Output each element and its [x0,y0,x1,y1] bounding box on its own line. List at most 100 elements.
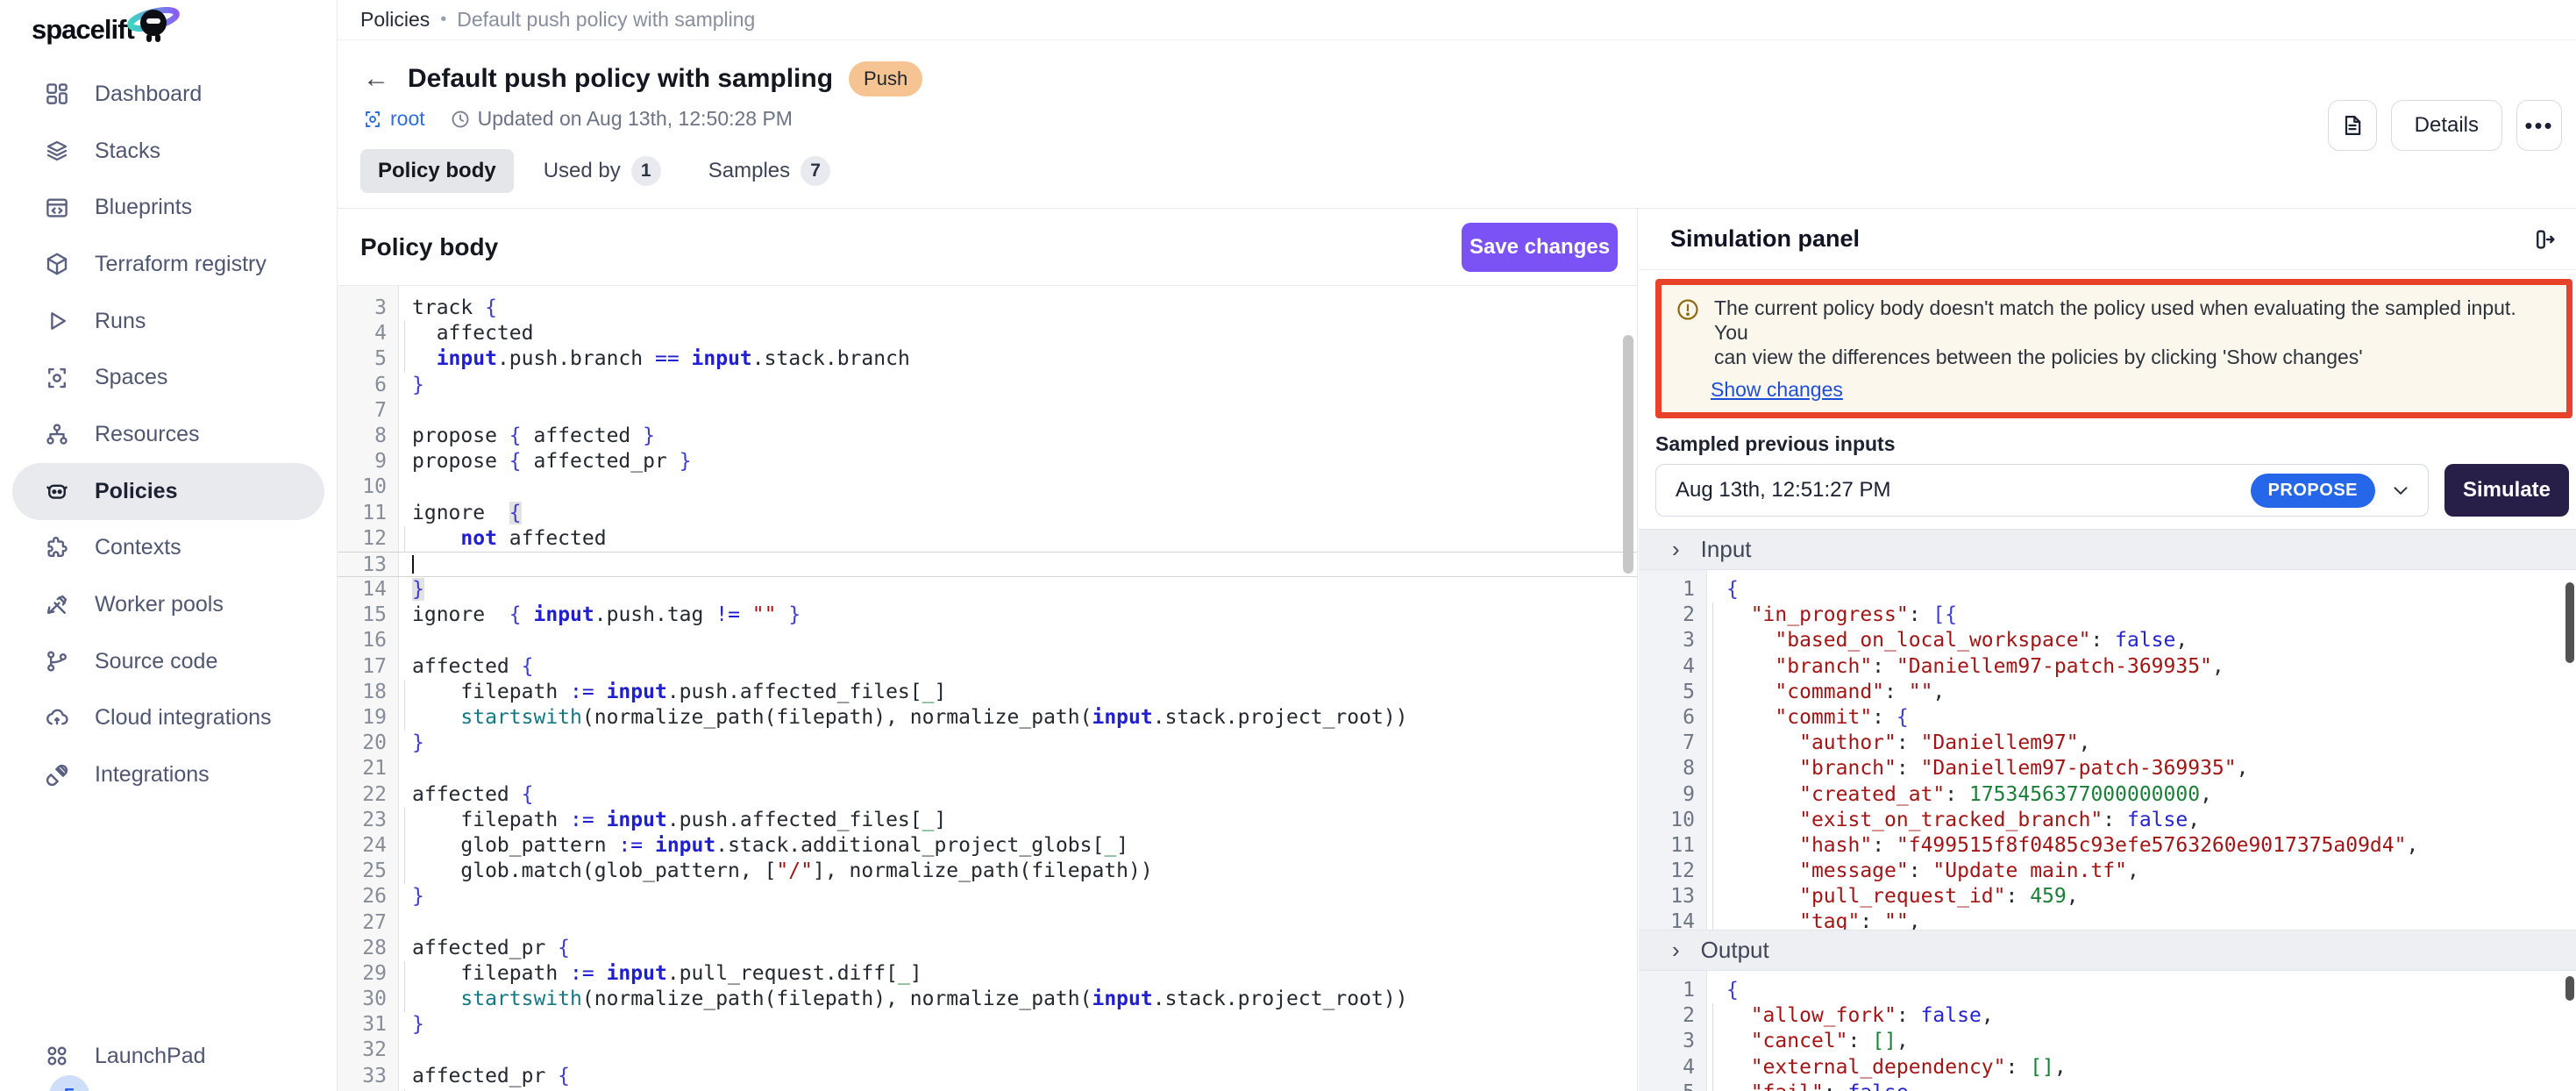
chevron-right-icon: › [1672,536,1680,563]
code-line: 24 glob_pattern := input.stack.additiona… [338,833,1637,859]
sidebar-item-runs[interactable]: Runs [12,293,324,350]
show-changes-link[interactable]: Show changes [1711,378,1843,402]
sidebar-item-label: Cloud integrations [95,705,272,731]
code-line: 4 "branch": "Daniellem97-patch-369935", [1639,654,2576,680]
space-name: root [390,107,425,131]
sidebar-item-label: Integrations [95,762,210,788]
updated-text: Updated on Aug 13th, 12:50:28 PM [478,107,793,131]
sidebar-item-blueprints[interactable]: Blueprints [12,179,324,236]
code-line: 11 "hash": "f499515f8f0485c93efe5763260e… [1639,833,2576,859]
code-line: 5 "command": "", [1639,680,2576,705]
sidebar-item-cloud-integrations[interactable]: Cloud integrations [12,690,324,747]
sampled-input-value: Aug 13th, 12:51:27 PM [1676,478,2251,503]
code-line: 12 "message": "Update main.tf", [1639,859,2576,884]
sidebar-item-integrations[interactable]: Integrations [12,746,324,803]
input-section-header[interactable]: › Input [1639,529,2576,570]
sidebar-item-label: Runs [95,309,146,334]
policy-code-editor[interactable]: 3track {4 affected5 input.push.branch ==… [338,286,1637,1091]
app-root: spacelift Dashboard Stacks [0,0,2576,1091]
breadcrumb: Policies • Default push policy with samp… [338,0,2576,40]
code-line: 7 [338,398,1637,424]
sidebar-nav: Dashboard Stacks Blueprints Terraform re… [0,66,337,803]
sidebar-item-label: Worker pools [95,592,224,617]
code-line: 15ignore { input.push.tag != "" } [338,603,1637,628]
breadcrumb-policies[interactable]: Policies [360,8,430,32]
sidebar-item-label: LaunchPad [95,1044,206,1069]
meta-row: root Updated on Aug 13th, 12:50:28 PM [362,107,2576,131]
output-section-header[interactable]: › Output [1639,930,2576,971]
sidebar-item-worker-pools[interactable]: Worker pools [12,576,324,633]
code-line: 8propose { affected } [338,424,1637,449]
git-branch-icon [44,648,70,674]
logo-text: spacelift [32,14,134,46]
page-header: ← Default push policy with sampling Push… [338,40,2576,209]
updated-timestamp: Updated on Aug 13th, 12:50:28 PM [450,107,793,131]
spacelift-logo[interactable]: spacelift [32,11,180,49]
sidebar-item-label: Stacks [95,139,160,164]
code-line: 20} [338,731,1637,756]
code-line: 29 filepath := input.pull_request.diff[_… [338,961,1637,987]
code-line: 1{ [1639,577,2576,603]
policy-document-button[interactable] [2328,100,2377,151]
more-button[interactable]: ••• [2516,100,2562,151]
code-line: 27 [338,910,1637,936]
input-section-label: Input [1701,536,1752,563]
code-line: 14} [338,577,1637,603]
collapse-panel-button[interactable] [2532,226,2558,253]
simulate-button[interactable]: Simulate [2444,464,2569,517]
stacks-icon [44,138,70,164]
sidebar-item-source-code[interactable]: Source code [12,633,324,690]
sidebar-item-dashboard[interactable]: Dashboard [12,66,324,123]
tab-samples[interactable]: Samples 7 [691,146,848,196]
code-line: 3 "cancel": [], [1639,1029,2576,1054]
code-line: 32 [338,1038,1637,1063]
save-changes-button[interactable]: Save changes [1462,223,1618,272]
policy-body-title: Policy body [360,233,498,261]
code-line: 13 "pull_request_id": 459, [1639,884,2576,909]
sidebar-item-resources[interactable]: Resources [12,406,324,463]
input-json-lines: 1{2 "in_progress": [{3 "based_on_local_w… [1639,577,2576,930]
code-line: 5 "fail": false, [1639,1080,2576,1091]
code-line: 12 not affected [338,526,1637,552]
code-line: 25 glob.match(glob_pattern, ["/"], norma… [338,859,1637,884]
editor-scrollbar[interactable] [1623,335,1633,574]
code-line: 9propose { affected_pr } [338,449,1637,474]
code-line: 13 [338,552,1637,577]
code-line: 28affected_pr { [338,936,1637,961]
back-button[interactable]: ← [360,63,392,95]
details-button[interactable]: Details [2391,100,2502,151]
code-line: 11ignore { [338,501,1637,526]
sidebar-item-launchpad[interactable]: LaunchPad [12,1028,324,1085]
code-line: 8 "branch": "Daniellem97-patch-369935", [1639,756,2576,781]
sidebar-item-spaces[interactable]: Spaces [12,349,324,406]
breadcrumb-separator: • [440,10,446,30]
play-icon [44,308,70,334]
code-line: 6} [338,373,1637,398]
tab-count-badge: 7 [801,156,830,186]
cube-icon [44,251,70,277]
sampled-input-dropdown[interactable]: Aug 13th, 12:51:27 PM PROPOSE [1655,464,2429,517]
sidebar-item-contexts[interactable]: Contexts [12,520,324,577]
tab-used-by[interactable]: Used by 1 [526,146,679,196]
output-json-editor[interactable]: 1{2 "allow_fork": false,3 "cancel": [],4… [1639,971,2576,1091]
tab-policy-body[interactable]: Policy body [360,149,514,193]
output-scrollbar[interactable] [2565,976,2574,1001]
dashboard-icon [44,81,70,107]
space-link[interactable]: root [362,107,425,131]
code-line: 9 "created_at": 1753456377000000000, [1639,782,2576,808]
sidebar: spacelift Dashboard Stacks [0,0,338,1091]
sidebar-item-policies[interactable]: Policies [12,463,324,520]
input-json-editor[interactable]: 1{2 "in_progress": [{3 "based_on_local_w… [1639,570,2576,930]
input-scrollbar[interactable] [2565,582,2574,663]
sidebar-item-stacks[interactable]: Stacks [12,123,324,180]
code-line: 23 filepath := input.push.affected_files… [338,808,1637,833]
code-line: 7 "author": "Daniellem97", [1639,731,2576,756]
title-row: ← Default push policy with sampling Push [360,61,2576,96]
launchpad-icon [44,1043,70,1069]
code-line: 31} [338,1012,1637,1038]
code-line: 4 affected [338,321,1637,346]
sidebar-item-terraform-registry[interactable]: Terraform registry [12,236,324,293]
sidebar-item-label: Spaces [95,365,167,390]
code-line: 22affected { [338,782,1637,808]
policy-body-header: Policy body Save changes [338,209,1637,286]
